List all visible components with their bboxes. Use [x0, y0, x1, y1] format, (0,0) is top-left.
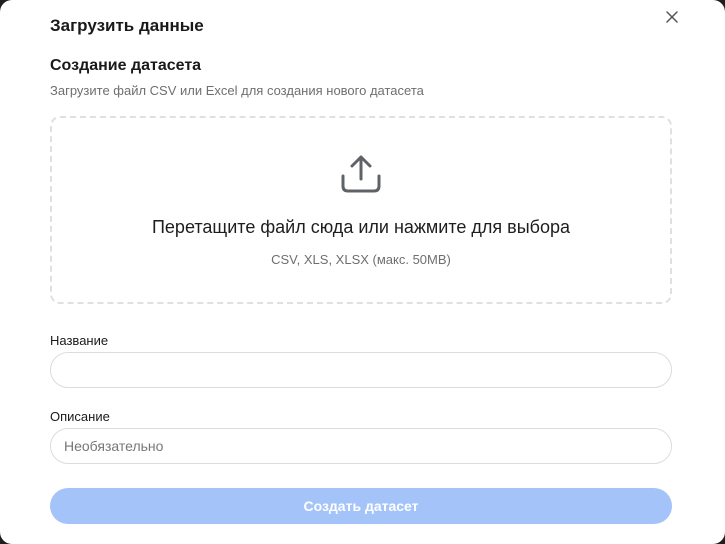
close-icon [666, 10, 678, 28]
create-dataset-button[interactable]: Создать датасет [50, 488, 672, 524]
section-description: Загрузите файл CSV или Excel для создани… [50, 83, 424, 98]
dropzone-text: Перетащите файл сюда или нажмите для выб… [151, 217, 571, 237]
description-label: Описание [50, 409, 110, 424]
modal-title: Загрузить данные [50, 16, 204, 35]
upload-data-modal: Загрузить данные Создание датасета Загру… [0, 0, 725, 544]
close-button[interactable] [662, 9, 682, 29]
description-input[interactable] [50, 428, 672, 464]
name-label: Название [50, 333, 109, 348]
file-dropzone[interactable]: Перетащите файл сюда или нажмите для выб… [50, 116, 672, 304]
name-input[interactable] [50, 352, 672, 388]
dropzone-hint: CSV, XLS, XLSX (макс. 50MB) [271, 252, 451, 267]
section-title: Создание датасета [50, 57, 202, 74]
upload-icon [339, 152, 383, 196]
